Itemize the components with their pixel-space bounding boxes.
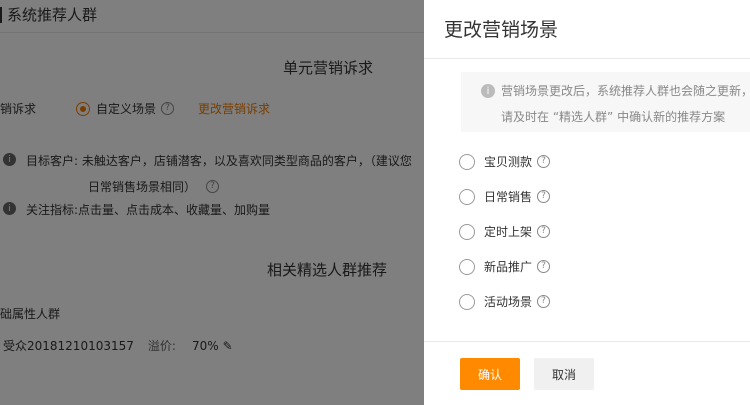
option-label: 定时上架 [484,225,533,239]
info-icon: i [481,84,495,98]
option-daily-sales[interactable]: 日常销售 ? [459,188,551,205]
radio-button[interactable] [459,188,475,205]
change-scene-drawer: 更改营销场景 i 营销场景更改后，系统推荐人群也会随之更新， 请及时在 “精选人… [424,0,750,405]
option-label: 新品推广 [484,260,533,274]
help-icon[interactable]: ? [537,295,551,308]
divider [424,341,750,342]
option-scheduled-launch[interactable]: 定时上架 ? [459,223,551,240]
option-event-scene[interactable]: 活动场景 ? [459,293,551,310]
help-icon[interactable]: ? [537,260,551,273]
radio-button[interactable] [459,293,475,310]
notice-box: i 营销场景更改后，系统推荐人群也会随之更新， 请及时在 “精选人群” 中确认新… [461,72,750,132]
radio-button[interactable] [459,258,475,275]
drawer-title: 更改营销场景 [444,19,559,41]
help-icon[interactable]: ? [537,225,551,238]
option-product-test[interactable]: 宝贝测款 ? [459,153,551,170]
confirm-button[interactable]: 确认 [460,358,520,390]
option-new-product[interactable]: 新品推广 ? [459,258,551,275]
help-icon[interactable]: ? [537,190,551,203]
option-label: 宝贝测款 [484,155,533,169]
option-label: 日常销售 [484,190,533,204]
divider [424,58,750,59]
help-icon[interactable]: ? [537,155,551,168]
option-label: 活动场景 [484,295,533,309]
radio-button[interactable] [459,153,475,170]
notice-line-1: 营销场景更改后，系统推荐人群也会随之更新， [501,84,750,98]
radio-button[interactable] [459,223,475,240]
cancel-button[interactable]: 取消 [534,358,594,390]
notice-line-2: 请及时在 “精选人群” 中确认新的推荐方案 [501,110,726,124]
